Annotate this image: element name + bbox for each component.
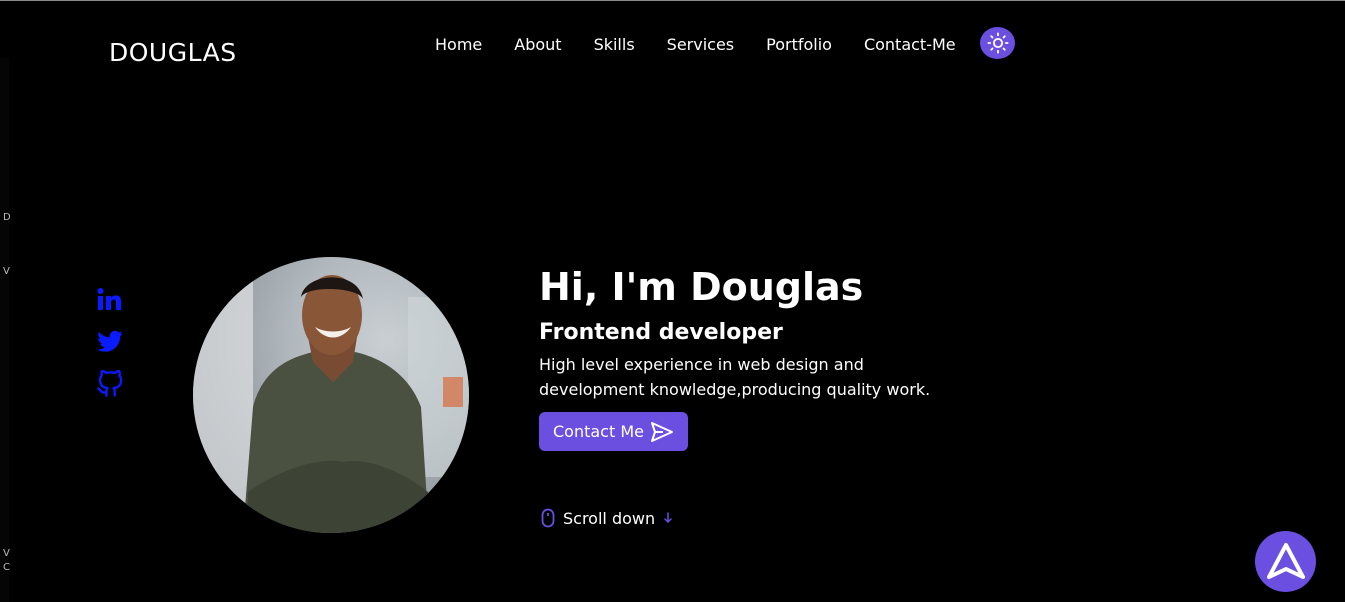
arrow-down-icon [664, 512, 672, 524]
left-edge-char: C [3, 562, 10, 573]
nav-portfolio[interactable]: Portfolio [766, 35, 832, 55]
person-illustration [193, 257, 469, 533]
nav-home[interactable]: Home [435, 35, 482, 55]
assistant-fab-button[interactable] [1255, 531, 1316, 592]
nav-services[interactable]: Services [667, 35, 734, 55]
hero-subtitle: Frontend developer [539, 320, 783, 345]
top-border [0, 0, 1345, 1]
theme-toggle-button[interactable] [980, 27, 1015, 59]
left-edge-char: D [3, 212, 11, 223]
send-icon [650, 421, 673, 442]
main-nav: Home About Skills Services Portfolio Con… [435, 35, 988, 55]
nav-skills[interactable]: Skills [594, 35, 635, 55]
left-edge-char: V [3, 548, 10, 559]
social-links [96, 286, 126, 412]
nav-about[interactable]: About [514, 35, 561, 55]
hero-title: Hi, I'm Douglas [539, 265, 864, 309]
profile-photo [193, 257, 469, 533]
twitter-icon [97, 330, 123, 352]
nav-contact-me[interactable]: Contact-Me [864, 35, 956, 55]
github-link[interactable] [96, 369, 124, 398]
linkedin-icon [97, 288, 121, 310]
contact-me-label: Contact Me [553, 422, 644, 441]
site-logo[interactable]: DOUGLAS [109, 38, 237, 67]
twitter-link[interactable] [96, 328, 124, 356]
mouse-icon [541, 508, 555, 528]
sun-icon [986, 32, 1009, 54]
contact-me-button[interactable]: Contact Me [539, 412, 688, 451]
scroll-down-label: Scroll down [563, 508, 656, 528]
triangle-logo-icon [1266, 542, 1305, 579]
left-edge-char: V [3, 266, 10, 277]
github-icon [97, 369, 123, 397]
scroll-down-link[interactable]: Scroll down [541, 508, 673, 528]
linkedin-link[interactable] [96, 286, 124, 314]
left-edge-strip [0, 58, 9, 602]
hero-description: High level experience in web design and … [539, 355, 931, 399]
